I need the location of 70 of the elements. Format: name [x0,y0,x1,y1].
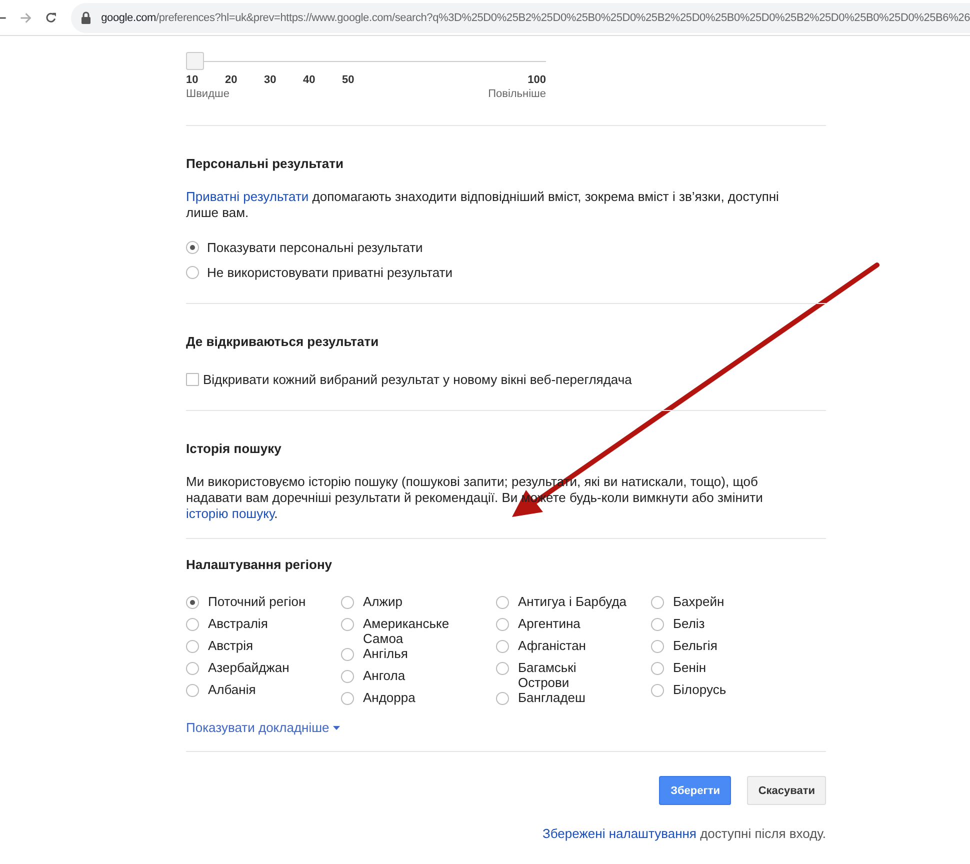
region-label: Антигуа і Барбуда [518,594,627,609]
region-label: Австралія [208,616,268,631]
option-label: Не використовувати приватні результати [207,265,453,280]
radio-button[interactable] [496,618,509,631]
radio-button[interactable] [341,648,354,661]
radio-button[interactable] [341,692,354,705]
tick-label: 30 [264,74,278,86]
region-label: Андорра [363,690,416,705]
slider-max-label: Повільніше [488,88,546,100]
footer-text: Збережені налаштування доступні після входу. [542,826,826,841]
radio-button[interactable] [341,596,354,609]
caret-icon [333,726,340,730]
radio-button[interactable] [186,241,199,254]
region-label: Бахрейн [673,594,724,609]
radio-button[interactable] [496,596,509,609]
region-label: Беліз [673,616,705,631]
radio-button[interactable] [651,596,664,609]
tick-label: 50 [342,74,356,86]
private-results-link[interactable]: Приватні результати [186,189,309,204]
slider-thumb[interactable] [186,52,204,70]
radio-button[interactable] [496,640,509,653]
radio-button[interactable] [186,266,199,279]
region-label: Албанія [208,682,256,697]
tick-label: 40 [303,74,316,86]
option-label: Показувати персональні результати [207,240,423,255]
lock-icon [81,11,92,24]
region-label: Ангола [363,668,406,683]
region-label: Австрія [208,638,254,653]
radio-button[interactable] [186,596,199,609]
tick-label: 10 [186,74,200,86]
checkbox[interactable] [186,373,199,386]
radio-button[interactable] [651,662,664,675]
region-label: Білорусь [673,682,726,697]
region-label: Бангладеш [518,690,586,705]
radio-button[interactable] [341,618,354,631]
description-text: Приватні результати допомагають знаходити відповідніший вміст, зокрема вміст і зв’язки, доступні лише вам. [186,189,780,221]
region-label: Поточний регіон [208,594,306,609]
region-label: Алжир [363,594,402,609]
search-history-link[interactable]: історію пошуку [186,506,274,521]
url-text: google.com/preferences?hl=uk&prev=https://www.google.com/search?q%3D%25D0%25B2%25D0%25B0%25D0%25B2%25D0%25B0%25D0%25B2%25D0%25B0%25D0%25B6%26 [101,12,970,24]
region-label: Бельгія [673,638,718,653]
address-bar[interactable]: google.com/preferences?hl=uk&prev=https://www.google.com/search?q%3D%25D0%25B2%25D0%25B0%25D0%25B2%25D0%25B0%25D0%25B2%25D0%25B0%25D0%25B6%26 [71,2,970,32]
region-label: Американське Самоа [363,616,450,646]
tick-label: 100 [528,74,546,86]
radio-button[interactable] [496,662,509,675]
region-label: Багамські Острови [518,660,578,690]
radio-button[interactable] [186,662,199,675]
radio-button[interactable] [651,640,664,653]
section-title: Історія пошуку [186,441,282,456]
region-label: Бенін [673,660,706,675]
region-label: Аргентина [518,616,580,631]
radio-button[interactable] [186,640,199,653]
section-title: Де відкриваються результати [186,334,380,349]
radio-button[interactable] [496,692,509,705]
slider-min-label: Швидше [186,88,230,100]
tick-label: 20 [225,74,238,86]
section-title: Персональні результати [186,156,345,171]
option-label: Відкривати кожний вибраний результат у новому вікні веб-переглядача [203,372,632,387]
radio-button[interactable] [186,618,199,631]
cancel-button[interactable]: Скасувати [747,776,826,805]
radio-button[interactable] [651,618,664,631]
region-label: Ангілья [363,646,408,661]
radio-button[interactable] [341,670,354,683]
region-label: Афганістан [518,638,586,653]
region-label: Азербайджан [208,660,290,675]
radio-button[interactable] [186,684,199,697]
radio-button[interactable] [651,684,664,697]
show-more-link[interactable]: Показувати докладніше [186,720,340,735]
saved-settings-link[interactable]: Збережені налаштування [542,826,696,841]
section-title: Налаштування регіону [186,557,334,572]
